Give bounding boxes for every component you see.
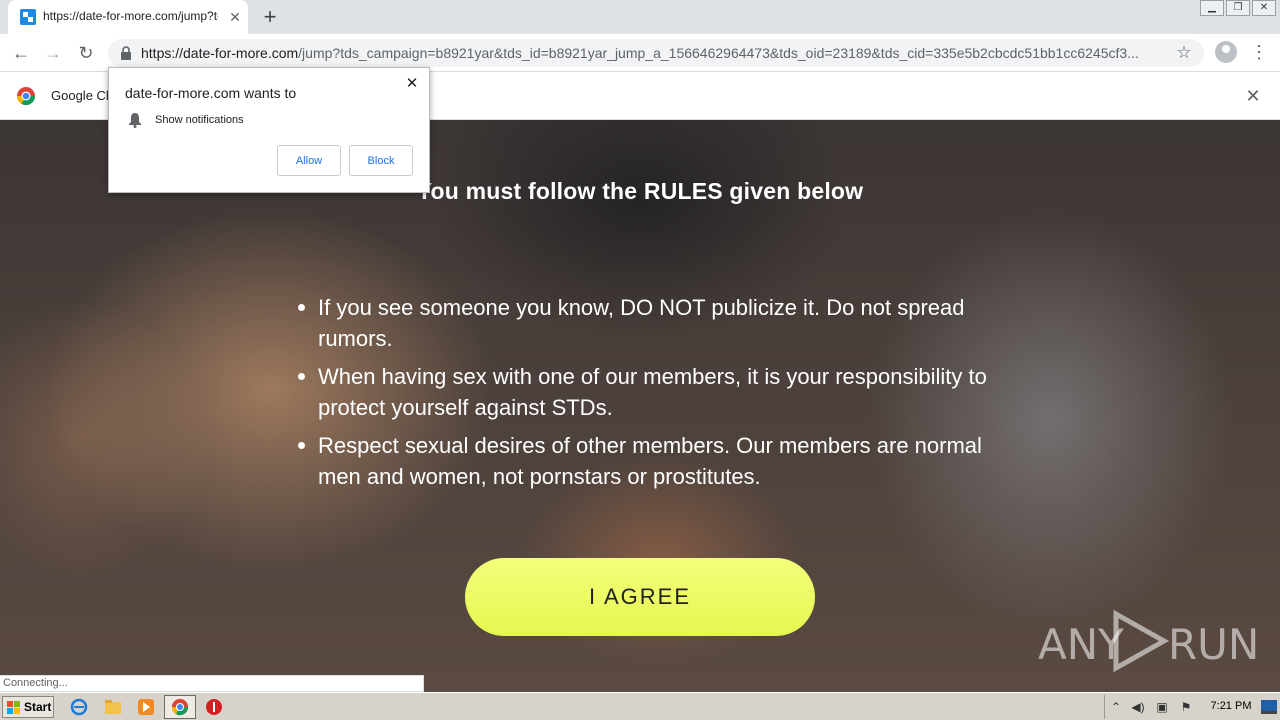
browser-tab[interactable]: https://date-for-more.com/jump?tds ✕ bbox=[8, 0, 248, 34]
forward-arrow-icon[interactable]: → bbox=[40, 41, 66, 65]
chrome-logo-icon bbox=[16, 87, 35, 106]
anyrun-watermark: ANY RUN bbox=[1038, 608, 1259, 674]
minimize-button[interactable]: ▁ bbox=[1200, 0, 1224, 16]
rule-item: If you see someone you know, DO NOT publ… bbox=[296, 292, 996, 354]
start-label: Start bbox=[24, 700, 52, 714]
system-tray: ⌃ ◀) ▣ ⚑ 7:21 PM bbox=[1104, 695, 1280, 719]
url-host: https://date-for-more.com bbox=[141, 45, 299, 61]
infobar-close-icon[interactable]: ✕ bbox=[1242, 85, 1264, 107]
watermark-text-right: RUN bbox=[1168, 620, 1260, 669]
new-tab-button[interactable]: + bbox=[258, 5, 282, 29]
internet-explorer-icon[interactable] bbox=[70, 698, 88, 716]
bullet-icon bbox=[298, 304, 305, 311]
window-close-button[interactable]: ✕ bbox=[1252, 0, 1276, 16]
back-arrow-icon[interactable]: ← bbox=[8, 41, 34, 65]
block-button[interactable]: Block bbox=[349, 145, 413, 176]
popup-close-icon[interactable]: ✕ bbox=[403, 75, 421, 93]
agree-button[interactable]: I AGREE bbox=[465, 558, 815, 636]
bullet-icon bbox=[298, 373, 305, 380]
profile-icon[interactable] bbox=[1215, 41, 1237, 63]
kebab-menu-icon[interactable]: ⋮ bbox=[1250, 42, 1268, 62]
restore-button[interactable]: ❐ bbox=[1226, 0, 1250, 16]
window-controls: ▁ ❐ ✕ bbox=[1200, 0, 1276, 18]
tab-title: https://date-for-more.com/jump?tds bbox=[43, 9, 218, 23]
rule-text: Respect sexual desires of other members.… bbox=[318, 433, 982, 489]
address-bar[interactable]: https://date-for-more.com/jump?tds_campa… bbox=[108, 39, 1204, 67]
rule-item: When having sex with one of our members,… bbox=[296, 361, 996, 423]
popup-title: date-for-more.com wants to bbox=[125, 85, 297, 101]
action-center-flag-icon[interactable]: ⚑ bbox=[1179, 699, 1193, 715]
url-text: https://date-for-more.com/jump?tds_campa… bbox=[141, 45, 1171, 61]
star-icon[interactable]: ☆ bbox=[1174, 43, 1194, 63]
start-button[interactable]: Start bbox=[2, 696, 54, 718]
site-favicon-icon bbox=[20, 9, 36, 25]
play-logo-icon bbox=[1113, 610, 1170, 672]
bell-icon bbox=[129, 113, 141, 128]
stop-sign-icon[interactable] bbox=[205, 698, 223, 716]
notification-permission-popup: date-for-more.com wants to ✕ Show notifi… bbox=[108, 67, 430, 193]
media-player-icon[interactable] bbox=[137, 698, 155, 716]
show-desktop-icon[interactable] bbox=[1261, 700, 1277, 714]
file-explorer-icon[interactable] bbox=[104, 698, 122, 716]
clock: 7:21 PM bbox=[1210, 700, 1252, 712]
volume-icon[interactable]: ◀) bbox=[1131, 699, 1145, 715]
tray-expand-icon[interactable]: ⌃ bbox=[1109, 699, 1123, 715]
infobar-text: Google Ch bbox=[51, 88, 114, 103]
network-icon[interactable]: ▣ bbox=[1155, 699, 1169, 715]
tab-close-icon[interactable]: ✕ bbox=[226, 8, 244, 26]
rule-text: When having sex with one of our members,… bbox=[318, 364, 987, 420]
rule-text: If you see someone you know, DO NOT publ… bbox=[318, 295, 965, 351]
tab-strip: https://date-for-more.com/jump?tds ✕ + ▁… bbox=[0, 0, 1280, 34]
status-bubble: Connecting... bbox=[0, 675, 424, 692]
rule-item: Respect sexual desires of other members.… bbox=[296, 430, 996, 492]
page-content: You must follow the RULES given below If… bbox=[0, 120, 1280, 692]
bullet-icon bbox=[298, 442, 305, 449]
reload-icon[interactable]: ↻ bbox=[73, 41, 99, 65]
chrome-icon bbox=[171, 698, 189, 716]
url-path: /jump?tds_campaign=b8921yar&tds_id=b8921… bbox=[298, 45, 1139, 61]
taskbar-chrome-button[interactable] bbox=[164, 695, 196, 719]
lock-icon bbox=[121, 46, 131, 60]
windows-logo-icon bbox=[7, 701, 20, 714]
allow-button[interactable]: Allow bbox=[277, 145, 341, 176]
taskbar: Start ⌃ ◀) ▣ ⚑ 7:21 PM bbox=[0, 692, 1280, 720]
rules-list: If you see someone you know, DO NOT publ… bbox=[296, 292, 996, 499]
permission-label: Show notifications bbox=[155, 114, 244, 126]
